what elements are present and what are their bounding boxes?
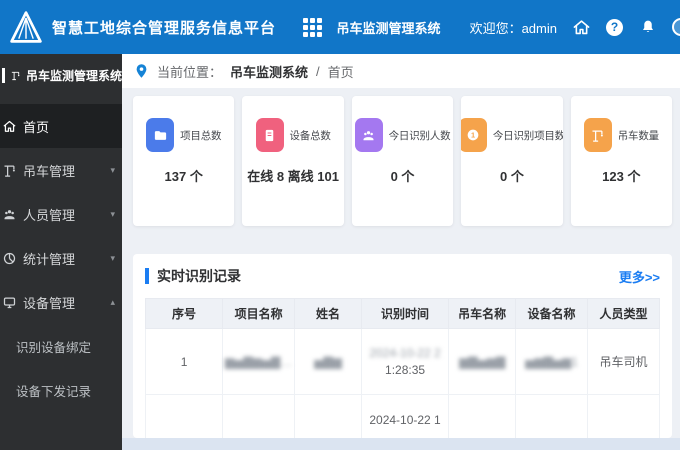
sidebar-item-statistics-mgmt[interactable]: 统计管理 ▾ [0,236,122,280]
sidebar-item-home[interactable]: 首页 [0,104,122,148]
cell-name: ▅▇▆ [294,328,362,395]
col-device: 设备名称 [515,298,588,329]
cell-crane: ▆▇▅▆▇ [448,328,517,395]
cell-time: 2024-10-22 1 [360,394,450,438]
users-icon [4,209,15,219]
cell-project: ▆▅▇▆▅▇… [222,328,296,395]
stat-value: 0 个 [390,169,415,184]
stat-card-projects: 项目总数 137 个 [133,96,235,226]
col-name: 姓名 [294,298,362,329]
chevron-down-icon: ▾ [110,164,115,175]
records-title: 实时识别记录 [157,268,241,284]
platform-title: 智慧工地综合管理服务信息平台 [52,19,277,37]
sidebar-item-label: 人员管理 [23,207,76,223]
cell-seq: 1 [144,328,224,395]
stat-card-cranes: 吊车数量 123 个 [570,96,673,226]
cell-time: 2024-10-22 2 1:28:35 [360,328,450,395]
breadcrumb: 当前位置： 吊车监测系统 / 首页 [122,54,680,88]
chevron-up-icon: ▴ [110,296,115,307]
title-accent-bar [145,268,149,284]
breadcrumb-separator: / [316,63,320,79]
sidebar-item-personnel-mgmt[interactable]: 人员管理 ▾ [0,192,122,236]
bell-icon[interactable] [638,18,657,37]
records-panel: 实时识别记录 更多>> 序号 项目名称 姓名 识别时间 吊车名称 设备名称 人员… [133,254,672,438]
home-icon [3,120,16,132]
sidebar-item-label: 统计管理 [23,251,76,267]
welcome-text: 欢迎您：admin [470,18,557,37]
app-grid-icon[interactable] [302,17,322,37]
main-content: 当前位置： 吊车监测系统 / 首页 项目总数 137 个 设备总数 在线 8 离… [122,54,680,450]
help-icon[interactable]: ? [606,18,623,36]
topbar: 智慧工地综合管理服务信息平台 吊车监测管理系统 欢迎您：admin ? [0,0,680,54]
stat-cards: 项目总数 137 个 设备总数 在线 8 离线 101 今日识别人数 0 个 1… [122,88,680,226]
sidebar-subitem-label: 识别设备绑定 [16,340,92,355]
col-seq: 序号 [144,298,224,329]
device-icon [255,118,284,152]
pie-chart-icon [3,252,16,264]
collapse-icon[interactable] [2,67,5,83]
breadcrumb-parent[interactable]: 吊车监测系统 [230,62,308,81]
breadcrumb-prefix: 当前位置： [157,64,223,80]
system-name[interactable]: 吊车监测管理系统 [337,18,441,37]
stat-card-devices: 设备总数 在线 8 离线 101 [242,96,344,226]
svg-text:1: 1 [471,131,475,140]
welcome-label: 欢迎您： [469,20,522,36]
sidebar-item-label: 吊车管理 [23,163,76,179]
page-footer-strip [122,438,680,450]
stat-value: 123 个 [602,169,641,184]
stat-card-today-people: 今日识别人数 0 个 [351,96,454,226]
stat-label: 今日识别人数 [388,129,451,142]
folder-icon [146,118,175,152]
user-icon[interactable] [672,18,680,36]
table-row[interactable]: 2024-10-22 1 [144,394,660,438]
sidebar-item-label: 首页 [23,119,50,135]
table-row[interactable]: 1 ▆▅▇▆▅▇… ▅▇▆ 2024-10-22 2 1:28:35 ▆▇▅▆▇… [144,328,660,395]
cell-device: ▅▆▇▅▆1 [515,328,588,395]
col-crane: 吊车名称 [448,298,517,329]
location-pin-icon [136,64,147,78]
stat-value: 137 个 [164,169,203,184]
stat-label: 吊车数量 [617,129,659,142]
sidebar-header: 吊车监测管理系统 [0,54,122,96]
sidebar-item-device-dispatch-log[interactable]: 设备下发记录 [0,368,122,412]
crane-icon [11,71,20,80]
sidebar-item-crane-mgmt[interactable]: 吊车管理 ▾ [0,148,122,192]
sidebar-nav: 首页 吊车管理 ▾ 人员管理 ▾ 统计管理 ▾ 设备管理 ▴ 识别设备绑定 设备… [0,96,122,412]
people-icon [354,118,383,152]
stat-label: 设备总数 [289,129,331,142]
table-header-row: 序号 项目名称 姓名 识别时间 吊车名称 设备名称 人员类型 [144,298,660,329]
sidebar-subitem-label: 设备下发记录 [16,384,92,399]
username[interactable]: admin [522,21,557,36]
col-project: 项目名称 [222,298,296,329]
sidebar-item-device-binding[interactable]: 识别设备绑定 [0,324,122,368]
monitor-icon [3,297,16,308]
sidebar-item-label: 设备管理 [23,295,76,311]
platform-logo-icon [10,11,42,43]
home-icon[interactable] [572,18,591,37]
crane-icon [583,118,612,152]
stat-card-today-projects: 1 今日识别项目数 0 个 [461,96,563,226]
col-person-type: 人员类型 [587,298,660,329]
records-table: 序号 项目名称 姓名 识别时间 吊车名称 设备名称 人员类型 1 ▆▅▇▆▅▇…… [144,298,660,438]
stat-value: 在线 8 离线 101 [247,169,339,184]
breadcrumb-current[interactable]: 首页 [328,62,354,81]
col-time: 识别时间 [360,298,450,329]
more-link[interactable]: 更多>> [619,267,660,286]
sidebar: 吊车监测管理系统 首页 吊车管理 ▾ 人员管理 ▾ 统计管理 ▾ 设备管理 ▴ … [0,54,122,450]
chevron-down-icon: ▾ [110,208,115,219]
cell-person-type: 吊车司机 [587,328,660,395]
chevron-down-icon: ▾ [110,252,115,263]
crane-icon [4,165,15,177]
stat-label: 今日识别项目数 [492,129,563,142]
sidebar-item-device-mgmt[interactable]: 设备管理 ▴ [0,280,122,324]
sidebar-header-label: 吊车监测管理系统 [25,68,122,83]
stat-label: 项目总数 [180,129,222,142]
stat-value: 0 个 [500,169,524,184]
number-badge-icon: 1 [461,118,487,152]
